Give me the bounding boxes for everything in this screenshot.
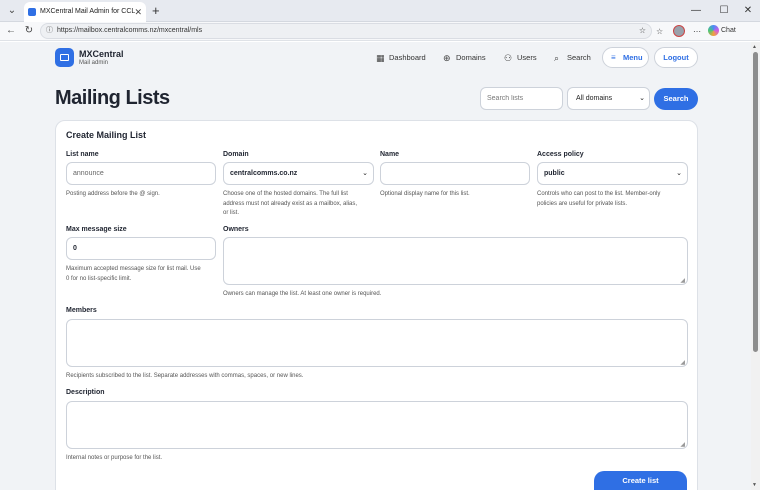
domain-help-line: Choose one of the hosted domains. The fu… [223,191,348,197]
card-title: Create Mailing List [66,130,147,140]
brand-name: MXCentral [79,49,124,59]
nav-dashboard[interactable]: ▦ Dashboard [376,52,426,64]
description-help: Internal notes or purpose for the list. [66,455,163,461]
members-textarea[interactable]: ◢ [66,319,688,367]
scroll-up-icon[interactable]: ▲ [752,44,757,50]
nav-dashboard-label: Dashboard [389,53,426,62]
copilot-logo-icon [708,25,719,36]
owners-textarea[interactable]: ◢ [223,237,688,285]
list-name-input[interactable]: announce [66,162,216,185]
resize-grip-icon[interactable]: ◢ [680,277,685,284]
address-bar[interactable]: ⓘ https://mailbox.centralcomms.nz/mxcent… [40,23,652,39]
access-policy-label: Access policy [537,151,584,158]
create-list-button[interactable]: Create list [594,471,687,490]
access-policy-help: Controls who can post to the list. Membe… [537,190,660,209]
access-policy-select[interactable]: public ⌄ [537,162,688,185]
logout-button[interactable]: Logout [654,47,698,68]
max-size-help: Maximum accepted message size for list m… [66,265,201,284]
nav-users[interactable]: ⚇ Users [504,52,537,64]
globe-icon: ⊕ [443,53,451,63]
collections-icon[interactable]: ☆ [656,25,663,38]
max-size-input[interactable]: 0 [66,237,216,260]
page-scrollbar[interactable]: ▲ ▼ [751,42,760,490]
domain-label: Domain [223,151,249,158]
list-name-help: Posting address before the @ sign. [66,191,160,197]
owners-label: Owners [223,226,249,233]
profile-avatar[interactable] [673,25,685,37]
browser-tab[interactable]: MXCentral Mail Admin for CCL ✕ [24,2,146,22]
domain-select-value: centralcomms.co.nz [230,170,298,177]
nav-search-label: Search [567,53,591,62]
search-lists-input[interactable] [480,87,563,110]
name-label: Name [380,151,400,158]
search-button[interactable]: Search [654,88,698,110]
access-policy-help-line: policies are useful for private lists. [537,200,628,207]
url-text: https://mailbox.centralcomms.nz/mxcentra… [57,27,203,34]
name-input[interactable] [380,162,530,185]
browser-tabstrip: ⌄ MXCentral Mail Admin for CCL ✕ + — ☐ ✕ [0,0,760,22]
new-tab-icon[interactable]: + [152,3,160,19]
chevron-down-icon: ⌄ [676,170,682,177]
nav-domains[interactable]: ⊕ Domains [443,52,486,64]
domain-select[interactable]: centralcomms.co.nz ⌄ [223,162,374,185]
tab-title: MXCentral Mail Admin for CCL [40,8,136,15]
close-window-icon[interactable]: ✕ [738,3,758,19]
menu-label: Menu [623,53,643,62]
tab-list-icon[interactable]: ⌄ [4,3,20,19]
nav-domains-label: Domains [456,53,486,62]
description-label: Description [66,389,105,396]
page-title: Mailing Lists [55,87,170,109]
search-icon: ⌕ [554,53,560,63]
create-list-card: Create Mailing List List name announce P… [55,120,698,490]
scroll-down-icon[interactable]: ▼ [752,482,757,488]
scrollbar-thumb[interactable] [753,52,758,352]
owners-help: Owners can manage the list. At least one… [223,291,382,297]
domain-filter-value: All domains [576,95,613,102]
chevron-down-icon: ⌄ [362,170,368,177]
resize-grip-icon[interactable]: ◢ [680,441,685,448]
domain-help-line: or list. [223,210,240,216]
max-size-help-line: 0 for no list-specific limit. [66,275,132,282]
back-icon[interactable]: ← [3,23,19,39]
access-policy-help-line: Controls who can post to the list. Membe… [537,191,661,197]
reload-icon[interactable]: ↻ [21,23,37,39]
chevron-down-icon: ⌄ [639,95,645,102]
max-size-help-line: Maximum accepted message size for list m… [66,266,201,272]
site-info-icon[interactable]: ⓘ [46,24,53,38]
name-help: Optional display name for this list. [380,191,470,197]
copilot-chat-button[interactable]: Chat [708,24,736,38]
access-policy-value: public [544,170,565,177]
resize-grip-icon[interactable]: ◢ [680,359,685,366]
close-tab-icon[interactable]: ✕ [134,2,142,22]
hamburger-icon: ≡ [611,53,616,62]
brand-subtitle: Mail admin [79,60,109,66]
menu-button[interactable]: ≡ Menu [602,47,649,68]
browser-toolbar: ← ↻ ⓘ https://mailbox.centralcomms.nz/mx… [0,22,760,41]
nav-search[interactable]: ⌕ Search [554,52,591,64]
list-name-label: List name [66,151,99,158]
max-size-label: Max message size [66,226,127,233]
dashboard-icon: ▦ [376,53,385,63]
domain-help-line: address must not already exist as a mail… [223,200,358,207]
domain-filter-select[interactable]: All domains ⌄ [567,87,650,110]
description-textarea[interactable]: ◢ [66,401,688,449]
maximize-icon[interactable]: ☐ [714,3,734,19]
page-content: MXCentral Mail admin ▦ Dashboard ⊕ Domains… [0,42,751,490]
users-icon: ⚇ [504,53,513,63]
brand-logo[interactable] [55,48,74,67]
chat-label: Chat [721,27,736,34]
more-options-icon[interactable]: ⋯ [693,25,701,38]
members-label: Members [66,307,97,314]
domain-help: Choose one of the hosted domains. The fu… [223,190,357,219]
mail-icon [60,54,69,61]
nav-users-label: Users [517,53,537,62]
members-help: Recipients subscribed to the list. Separ… [66,373,304,379]
favorite-star-icon[interactable]: ☆ [639,24,646,38]
minimize-icon[interactable]: — [686,3,706,19]
favicon-icon [28,8,36,16]
